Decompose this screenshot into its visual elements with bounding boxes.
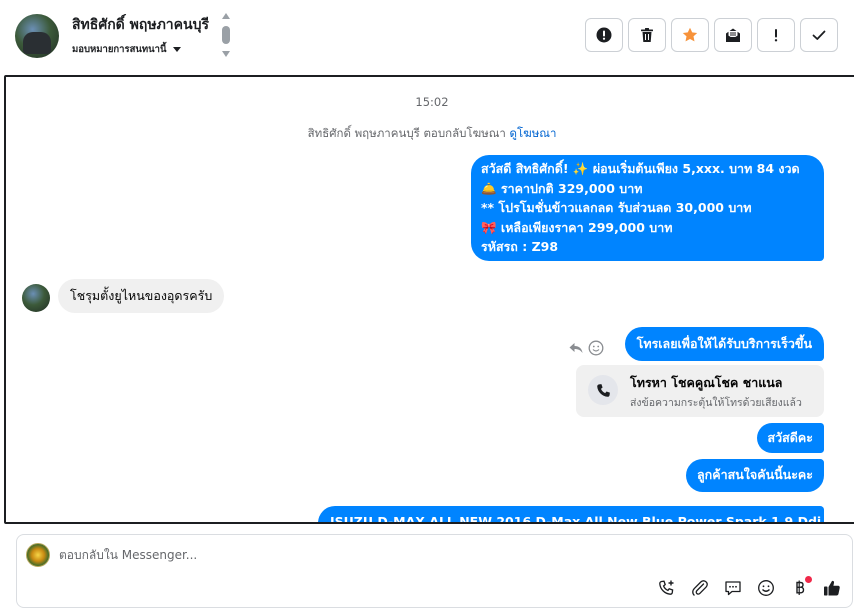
reply-input[interactable] (59, 548, 559, 562)
reply-arrow-icon[interactable] (568, 340, 584, 356)
phone-plus-icon (659, 580, 674, 595)
mark-unread-button[interactable] (714, 18, 752, 52)
message-hover-actions (568, 340, 604, 356)
paperclip-icon (692, 580, 708, 596)
ad-reply-note: สิทธิศักดิ์ พฤษภาคนบุรี ตอบกลับโฆษณา ดูโ… (6, 125, 854, 143)
smiley-reaction-icon[interactable] (588, 340, 604, 356)
page-avatar (26, 543, 50, 567)
vehicle-message-bubble[interactable]: ISUZU D-MAX ALL NEW 2016 D-Max All New B… (318, 506, 824, 522)
greeting-bubble[interactable]: สวัสดีคะ (756, 423, 824, 453)
smiley-icon (758, 580, 774, 596)
incoming-message-bubble[interactable]: โชรุมตั้งยูไหนของอุดรครับ (58, 279, 225, 313)
payment-button[interactable] (789, 576, 812, 598)
call-card-title: โทรหา โชคคูณโชค ชาแนล (630, 375, 783, 390)
assign-label: มอบหมายการสนทนานี้ (72, 44, 167, 55)
header-actions (585, 18, 838, 52)
check-icon (812, 30, 826, 40)
promo-line: ** โปรโมชั่นข้าวแลกลด รับส่วนลด 30,000 บ… (481, 200, 752, 215)
scroll-thumb[interactable] (222, 26, 230, 44)
chat-bubble-icon (725, 581, 741, 596)
star-icon (682, 27, 698, 42)
message-thread[interactable]: 15:02 สิทธิศักดิ์ พฤษภาคนบุรี ตอบกลับโฆษ… (4, 75, 854, 524)
exclamation-icon (774, 29, 778, 42)
call-card-subtitle: ส่งข้อความกระตุ้นให้โทรด้วยเสียงแล้ว (630, 397, 802, 409)
promo-line: สวัสดี สิทธิศักดิ์! ✨ ผ่อนเริ่มต้นเพียง … (481, 161, 800, 176)
emoji-button[interactable] (756, 578, 776, 598)
mark-spam-button[interactable] (585, 18, 623, 52)
follow-up-button[interactable] (757, 18, 795, 52)
call-card[interactable]: โทรหา โชคคูณโชค ชาแนล ส่งข้อความกระตุ้นใ… (576, 365, 824, 417)
caret-down-icon (172, 47, 181, 52)
ad-reply-text: สิทธิศักดิ์ พฤษภาคนบุรี ตอบกลับโฆษณา (307, 126, 506, 140)
notification-dot (805, 576, 812, 583)
promo-line: 🎀 เหลือเพียงราคา 299,000 บาท (481, 219, 673, 235)
conversation-header: สิทธิศักดิ์ พฤษภาคนบุรี มอบหมายการสนทนาน… (0, 0, 854, 74)
assign-conversation-dropdown[interactable]: มอบหมายการสนทนานี้ (72, 42, 181, 57)
trash-icon (641, 28, 653, 42)
promo-line: 🛎️ ราคาปกติ 329,000 บาท (481, 180, 643, 196)
message-timestamp: 15:02 (415, 95, 449, 109)
promo-line: รหัสรถ : Z98 (481, 239, 559, 254)
envelope-open-icon (726, 28, 740, 42)
phone-icon (596, 383, 610, 397)
view-ad-link[interactable]: ดูโฆษณา (510, 126, 557, 140)
saved-replies-button[interactable] (723, 578, 743, 598)
thumbs-up-icon (824, 580, 840, 596)
sender-avatar (22, 284, 50, 312)
mark-done-button[interactable] (800, 18, 838, 52)
contact-name[interactable]: สิทธิศักดิ์ พฤษภาคนบุรี (72, 14, 209, 36)
like-button[interactable] (822, 578, 842, 598)
phone-circle (588, 375, 618, 405)
interest-bubble[interactable]: ลูกค้าสนใจคันนี้นะคะ (686, 459, 824, 492)
call-prompt-bubble[interactable]: โทรเลยเพื่อให้ได้รับบริการเร็วขึ้น (624, 327, 824, 361)
scroll-down-icon[interactable] (222, 51, 230, 57)
call-button[interactable] (657, 578, 677, 598)
promo-message-bubble[interactable]: สวัสดี สิทธิศักดิ์! ✨ ผ่อนเริ่มต้นเพียง … (471, 155, 824, 261)
alert-circle-icon (596, 27, 612, 43)
scroll-up-icon[interactable] (222, 13, 230, 19)
attach-button[interactable] (690, 578, 710, 598)
header-scrollbar[interactable] (221, 13, 231, 59)
message-composer (16, 534, 853, 608)
delete-button[interactable] (628, 18, 666, 52)
contact-avatar[interactable] (15, 14, 59, 58)
star-button[interactable] (671, 18, 709, 52)
composer-tools (657, 576, 842, 598)
